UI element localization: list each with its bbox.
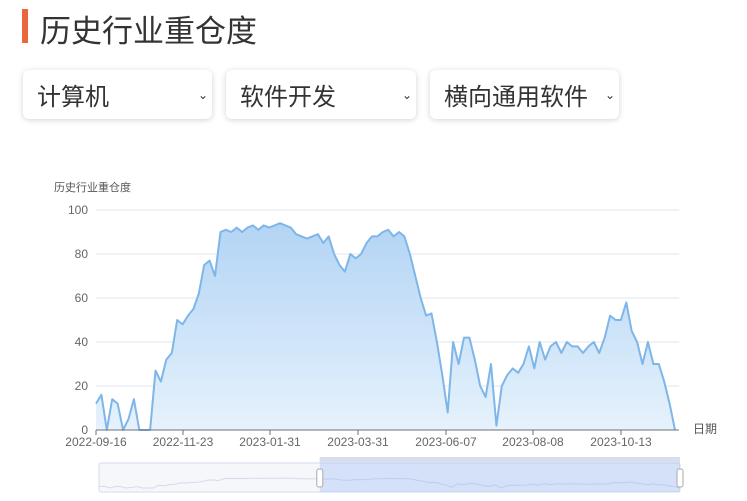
x-tick-label: 2022-11-23 <box>153 435 214 449</box>
y-axis-title: 历史行业重仓度 <box>54 180 131 194</box>
x-tick-label: 2023-01-31 <box>239 435 301 449</box>
datazoom-resize-handle[interactable] <box>316 468 324 488</box>
y-tick-label: 100 <box>68 203 88 217</box>
x-tick-label: 2022-09-16 <box>65 435 127 449</box>
y-tick-label: 60 <box>75 291 89 305</box>
y-tick-label: 40 <box>75 335 89 349</box>
y-tick-label: 80 <box>75 247 89 261</box>
x-tick-label: 2023-03-31 <box>327 435 389 449</box>
x-tick-label: 2023-06-07 <box>415 435 477 449</box>
x-axis-title: 日期 <box>693 422 717 436</box>
datazoom-slider[interactable] <box>98 457 684 493</box>
x-tick-label: 2023-08-08 <box>502 435 564 449</box>
datazoom-resize-handle[interactable] <box>676 468 684 488</box>
x-tick-label: 2023-10-13 <box>590 435 652 449</box>
y-tick-label: 20 <box>75 379 89 393</box>
datazoom-move-handle <box>319 457 680 463</box>
chart: 历史行业重仓度 日期 0204060801002022-09-16 2022-11… <box>54 180 717 493</box>
